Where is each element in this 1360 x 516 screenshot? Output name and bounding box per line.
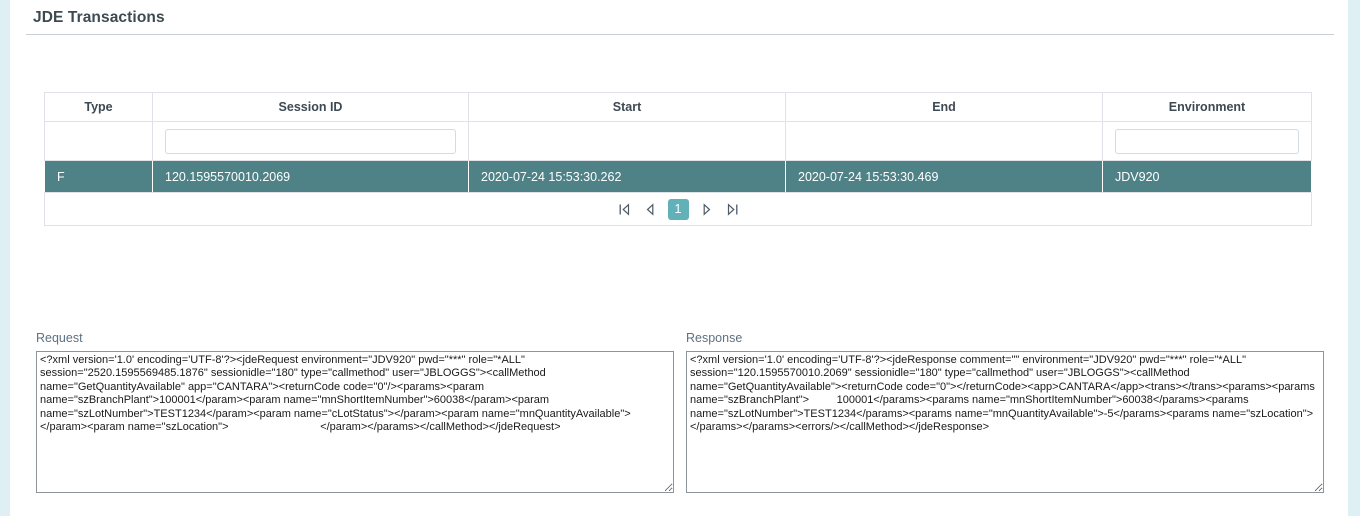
next-page-icon (699, 202, 714, 217)
first-page-icon (617, 202, 632, 217)
previous-page-icon (643, 202, 658, 217)
page-number-button[interactable]: 1 (668, 199, 689, 220)
filter-cell-session-id (153, 122, 469, 161)
response-label: Response (686, 331, 742, 345)
column-header-environment[interactable]: Environment (1103, 93, 1312, 122)
cell-start[interactable]: 2020-07-24 15:53:30.262 (469, 161, 786, 193)
content-area: JDE Transactions Type Session ID Start E… (10, 0, 1348, 516)
filter-row (45, 122, 1312, 161)
last-page-icon (725, 202, 740, 217)
filter-cell-environment (1103, 122, 1312, 161)
column-header-start[interactable]: Start (469, 93, 786, 122)
cell-end[interactable]: 2020-07-24 15:53:30.469 (786, 161, 1103, 193)
environment-filter-input[interactable] (1115, 129, 1299, 154)
paginator-row: 1 (45, 193, 1312, 226)
column-header-end[interactable]: End (786, 93, 1103, 122)
filter-cell-end (786, 122, 1103, 161)
title-divider (26, 34, 1334, 35)
filter-cell-start (469, 122, 786, 161)
table-row[interactable]: F 120.1595570010.2069 2020-07-24 15:53:3… (45, 161, 1312, 193)
cell-type[interactable]: F (45, 161, 153, 193)
request-label: Request (36, 331, 83, 345)
previous-page-button[interactable] (642, 201, 659, 218)
table-header-row: Type Session ID Start End Environment (45, 93, 1312, 122)
cell-session-id[interactable]: 120.1595570010.2069 (153, 161, 469, 193)
session-id-filter-input[interactable] (165, 129, 456, 154)
cell-environment[interactable]: JDV920 (1103, 161, 1312, 193)
response-xml-textarea[interactable] (686, 351, 1324, 493)
column-header-type[interactable]: Type (45, 93, 153, 122)
last-page-button[interactable] (724, 201, 741, 218)
page-title: JDE Transactions (33, 9, 165, 27)
column-header-session-id[interactable]: Session ID (153, 93, 469, 122)
first-page-button[interactable] (616, 201, 633, 218)
transactions-table: Type Session ID Start End Environment (44, 92, 1311, 226)
next-page-button[interactable] (698, 201, 715, 218)
request-xml-textarea[interactable] (36, 351, 674, 493)
filter-cell-type (45, 122, 153, 161)
paginator: 1 (45, 193, 1311, 225)
